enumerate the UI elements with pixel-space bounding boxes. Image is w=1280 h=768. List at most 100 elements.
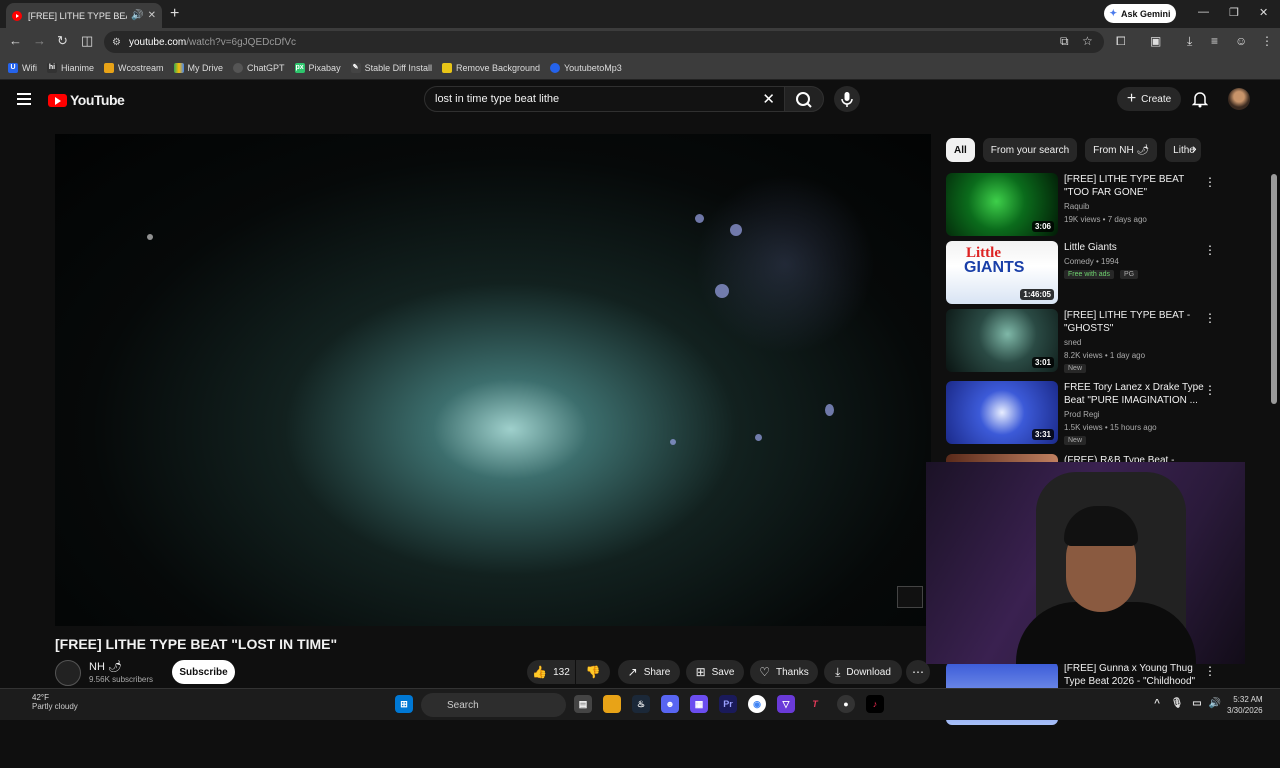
search-input[interactable]: lost in time type beat lithe ✕	[424, 86, 786, 112]
bookmark-star-icon[interactable]: ☆	[1082, 34, 1093, 48]
bookmark-pixabay[interactable]: px Pixabay	[294, 62, 341, 73]
notifications-button[interactable]	[1191, 90, 1209, 113]
list-item[interactable]: 3:31 FREE Tory Lanez x Drake Type Beat "…	[946, 381, 1216, 445]
bookmark-stable-diff[interactable]: ✎ Stable Diff Install	[350, 62, 432, 73]
premiere-icon[interactable]: Pr	[719, 695, 737, 713]
dislike-button[interactable]: 👎	[576, 660, 610, 684]
weather-widget[interactable]: 42°F Partly cloudy	[12, 693, 78, 711]
app-t-icon[interactable]: T	[806, 695, 824, 713]
task-view-icon[interactable]: ▤	[574, 695, 592, 713]
bookmark-wifi[interactable]: U Wifi	[8, 62, 37, 73]
split-view-icon[interactable]: ◫	[81, 33, 93, 49]
list-item[interactable]: Little GIANTS 1:46:05 Little Giants Come…	[946, 241, 1216, 305]
reload-icon[interactable]: ↻	[57, 33, 68, 49]
share-icon: ↗	[627, 665, 638, 679]
rec-channel[interactable]: Raquib	[1064, 202, 1089, 211]
tiktok-icon[interactable]: ♪	[866, 695, 884, 713]
windows-start-icon[interactable]: ⊞	[395, 695, 413, 713]
file-explorer-icon[interactable]	[603, 695, 621, 713]
bookmark-youtubetomp3[interactable]: YoutubetoMp3	[550, 62, 622, 73]
create-button[interactable]: + Create	[1117, 87, 1181, 111]
more-vert-icon[interactable]: ⋮	[1204, 175, 1216, 189]
video-thumbnail[interactable]: 3:31	[946, 381, 1058, 444]
reading-list-icon[interactable]: ≡	[1211, 34, 1218, 48]
rec-channel[interactable]: Prod Regi	[1064, 410, 1100, 419]
search-button[interactable]	[784, 86, 824, 112]
page-scrollbar[interactable]	[1268, 160, 1280, 768]
more-vert-icon[interactable]: ⋮	[1204, 664, 1216, 678]
taskbar-search[interactable]: Search	[421, 693, 566, 717]
account-avatar[interactable]	[1228, 88, 1250, 110]
chip-all[interactable]: All	[946, 138, 975, 162]
tray-monitor-icon[interactable]: ▭	[1188, 695, 1206, 713]
rec-channel[interactable]: sned	[1064, 338, 1081, 347]
discord-icon[interactable]: ☻	[661, 695, 679, 713]
voice-search-button[interactable]	[834, 86, 860, 112]
channel-avatar[interactable]	[55, 660, 81, 686]
bookmark-chatgpt[interactable]: ChatGPT	[233, 62, 285, 73]
bookmark-wcostream[interactable]: Wcostream	[104, 62, 164, 73]
close-window-icon[interactable]: ✕	[1259, 6, 1268, 19]
browser-tab-active[interactable]: [FREE] LITHE TYPE BEAT "LOST IN TIME" 🔊 …	[6, 3, 162, 28]
video-thumbnail[interactable]: Little GIANTS 1:46:05	[946, 241, 1058, 304]
scrollbar-thumb[interactable]	[1271, 174, 1277, 404]
tray-volume-icon[interactable]: 🔊	[1206, 695, 1224, 713]
rec-title[interactable]: FREE Tory Lanez x Drake Type Beat "PURE …	[1064, 381, 1204, 407]
video-thumbnail[interactable]: 3:01	[946, 309, 1058, 372]
speaker-icon[interactable]: 🔊	[131, 10, 143, 21]
download-icon[interactable]: ⤓	[1187, 34, 1192, 49]
rec-title[interactable]: [FREE] LITHE TYPE BEAT "TOO FAR GONE"	[1064, 173, 1204, 199]
address-bar[interactable]: ⚙ youtube.com/watch?v=6gJQEDcDfVc	[104, 31, 1104, 53]
like-button[interactable]: 👍 132	[527, 660, 575, 684]
list-item[interactable]: 3:06 [FREE] LITHE TYPE BEAT "TOO FAR GON…	[946, 173, 1216, 237]
obs-icon[interactable]: ●	[837, 695, 855, 713]
more-vert-icon[interactable]: ⋮	[1204, 383, 1216, 397]
rec-title[interactable]: [FREE] Gunna x Young Thug Type Beat 2026…	[1064, 662, 1204, 688]
list-item[interactable]: 3:01 [FREE] LITHE TYPE BEAT - "GHOSTS" s…	[946, 309, 1216, 373]
video-thumbnail[interactable]: 3:06	[946, 173, 1058, 236]
forward-icon[interactable]: →	[33, 33, 46, 48]
share-button[interactable]: ↗ Share	[618, 660, 680, 684]
profile-icon[interactable]: ☺	[1235, 34, 1247, 48]
subscribe-button[interactable]: Subscribe	[172, 660, 235, 684]
bookmark-hianime[interactable]: hi Hianime	[47, 62, 94, 73]
bookmark-my-drive[interactable]: My Drive	[173, 62, 223, 73]
tray-mic-icon[interactable]: 🎙	[1168, 695, 1186, 713]
extensions-icon[interactable]: ⧠	[1116, 34, 1126, 49]
tray-chevron-up-icon[interactable]: ^	[1148, 695, 1166, 713]
sidepanel-icon[interactable]: ▣	[1150, 34, 1161, 48]
menu-dots-icon[interactable]: ⋮	[1261, 34, 1273, 48]
video-player[interactable]	[55, 134, 931, 626]
save-button[interactable]: ⊞ Save	[686, 660, 744, 684]
thanks-button[interactable]: ♡ Thanks	[750, 660, 818, 684]
new-tab-button[interactable]: +	[170, 5, 179, 23]
app-triangle-icon[interactable]: ▽	[777, 695, 795, 713]
restore-icon[interactable]: ❐	[1229, 6, 1239, 19]
bookmark-label: ChatGPT	[247, 62, 285, 73]
more-vert-icon[interactable]: ⋮	[1204, 311, 1216, 325]
system-clock[interactable]: 5:32 AM 3/30/2026	[1227, 694, 1263, 716]
clear-search-icon[interactable]: ✕	[762, 90, 775, 108]
site-info-icon[interactable]: ⚙	[112, 37, 121, 48]
windows-taskbar: 42°F Partly cloudy ⊞ Search ▤ ♨ ☻ ▦ Pr ◉…	[0, 688, 1280, 720]
browser-tab-strip: [FREE] LITHE TYPE BEAT "LOST IN TIME" 🔊 …	[0, 0, 1280, 28]
channel-name[interactable]: NH 🌶	[89, 660, 122, 673]
chevron-right-icon[interactable]: ›	[1192, 140, 1197, 156]
ask-gemini-button[interactable]: ✦ Ask Gemini	[1104, 4, 1176, 23]
close-tab-icon[interactable]: ✕	[148, 10, 156, 21]
back-icon[interactable]: ←	[9, 33, 22, 48]
steam-icon[interactable]: ♨	[632, 695, 650, 713]
rec-title[interactable]: Little Giants	[1064, 241, 1204, 254]
cast-icon[interactable]: ⧉	[1060, 34, 1069, 49]
chrome-icon[interactable]: ◉	[748, 695, 766, 713]
youtube-logo[interactable]: YouTube	[48, 92, 125, 108]
more-vert-icon[interactable]: ⋮	[1204, 243, 1216, 257]
chip-from-channel[interactable]: From NH 🌶	[1085, 138, 1158, 162]
app-grid-icon[interactable]: ▦	[690, 695, 708, 713]
chip-from-your-search[interactable]: From your search	[982, 138, 1078, 162]
download-button[interactable]: ⤓ Download	[824, 660, 902, 684]
minimize-icon[interactable]: —	[1198, 6, 1209, 18]
rec-title[interactable]: [FREE] LITHE TYPE BEAT - "GHOSTS"	[1064, 309, 1204, 335]
menu-icon[interactable]	[17, 93, 31, 108]
bookmark-remove-bg[interactable]: Remove Background	[441, 62, 540, 73]
